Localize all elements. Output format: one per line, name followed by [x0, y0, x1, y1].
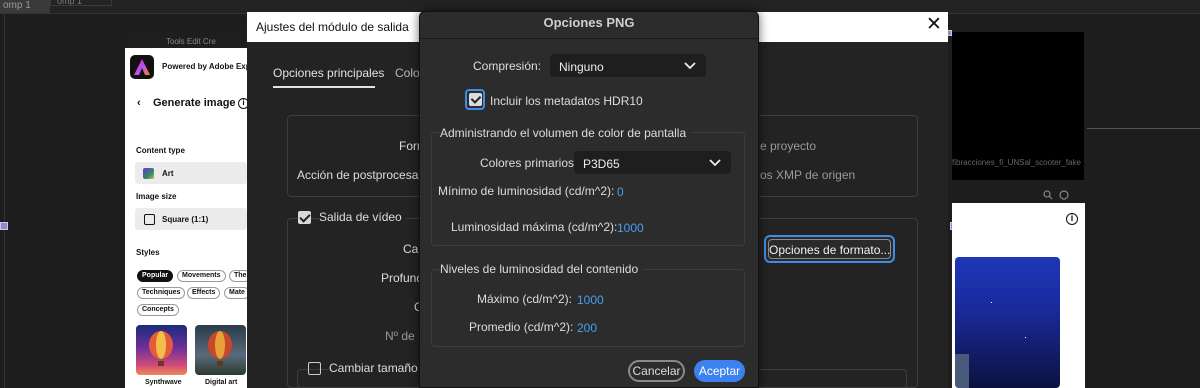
info-icon[interactable]: i	[1066, 213, 1078, 225]
panel-divider-right	[1087, 128, 1200, 129]
comp-tab[interactable]: omp 1	[0, 0, 50, 13]
video-output-label: Salida de vídeo	[319, 210, 406, 224]
project-text: e proyecto	[760, 139, 817, 153]
post-render-label: Acción de postprocesami	[297, 168, 432, 182]
art-icon	[143, 168, 154, 179]
active-tab-underline	[273, 86, 375, 88]
max-cll-value[interactable]: 1000	[577, 293, 604, 307]
compression-label: Compresión:	[473, 59, 542, 73]
format-options-button[interactable]: Opciones de formato...	[764, 235, 895, 263]
balloon-image	[149, 331, 173, 366]
express-toolbar-text: Tools Edit Cre	[166, 37, 216, 46]
content-light-group	[431, 269, 745, 347]
style-chip[interactable]: Techniques	[137, 287, 186, 299]
avg-fall-value[interactable]: 200	[577, 321, 597, 335]
tab-main-options[interactable]: Opciones principales	[273, 66, 384, 80]
square-icon	[144, 214, 155, 225]
compression-dropdown[interactable]: Ninguno	[550, 54, 706, 77]
depth-label: Profund	[381, 271, 424, 285]
resize-label: Cambiar tamaño	[329, 361, 422, 375]
close-icon[interactable]: ✕	[925, 15, 943, 35]
start-number-label: Nº de i	[385, 329, 421, 343]
style-thumbnail[interactable]	[195, 325, 246, 375]
min-luminance-value[interactable]: 0	[617, 185, 624, 199]
tab-color[interactable]: Colo	[395, 66, 420, 80]
thumbnail-label: Digital art	[205, 379, 238, 386]
format-options-label: Opciones de formato...	[768, 239, 891, 259]
resize-checkbox[interactable]	[308, 362, 321, 375]
panel-divider	[4, 14, 5, 388]
compression-value: Ninguno	[559, 60, 604, 74]
cancel-button[interactable]: Cancelar	[628, 360, 685, 382]
max-luminance-label: Luminosidad máxima (cd/m^2):	[451, 220, 618, 234]
adobe-express-logo	[130, 55, 154, 79]
back-arrow-icon[interactable]: ‹	[137, 97, 141, 109]
dialog-title: Ajustes del módulo de salida	[256, 20, 409, 34]
primaries-label: Colores primarios:	[480, 156, 578, 170]
chevron-down-icon	[684, 62, 696, 70]
viewer-tools[interactable]	[1043, 190, 1069, 203]
chevron-down-icon	[709, 159, 721, 167]
search-icon[interactable]	[1043, 190, 1069, 200]
title-separator	[420, 38, 758, 39]
thumbnail-label: Synthwave	[145, 379, 182, 386]
max-luminance-value[interactable]: 1000	[617, 221, 644, 235]
balloon-image	[208, 331, 232, 366]
style-chip[interactable]: Effects	[187, 287, 221, 299]
generate-image-title: Generate image	[153, 97, 236, 109]
content-type-select[interactable]: Art	[135, 162, 247, 184]
video-output-checkbox[interactable]	[298, 211, 311, 224]
avg-fall-label: Promedio (cd/m^2):	[469, 320, 574, 334]
styles-label: Styles	[136, 248, 160, 257]
hdr10-label[interactable]: Incluir los metadatos HDR10	[490, 94, 643, 108]
primaries-dropdown[interactable]: P3D65	[574, 151, 731, 174]
comp-tab-secondary[interactable]: omp 1	[50, 0, 112, 6]
image-size-select[interactable]: Square (1:1)	[135, 208, 247, 230]
content-type-label: Content type	[136, 146, 185, 155]
star-dot	[1025, 337, 1026, 338]
ok-button[interactable]: Aceptar	[694, 360, 745, 382]
content-type-value: Art	[162, 169, 174, 178]
mastering-group-title: Administrando el volumen de color de pan…	[440, 126, 691, 140]
png-dialog-title: Opciones PNG	[543, 15, 635, 30]
viewer-filename: fibracciones_fi_UNSal_scooter_fake	[952, 158, 1081, 167]
max-cll-label: Máximo (cd/m^2):	[477, 292, 572, 306]
xmp-text: os XMP de origen	[760, 168, 856, 182]
min-luminance-label: Mínimo de luminosidad (cd/m^2):	[438, 184, 615, 198]
style-chip[interactable]: Concepts	[137, 304, 179, 316]
style-chip[interactable]: Popular	[137, 270, 174, 282]
primaries-value: P3D65	[583, 157, 620, 171]
resize-handle-left[interactable]	[0, 222, 8, 230]
content-group-title: Niveles de luminosidad del contenido	[440, 262, 643, 276]
style-thumbnail[interactable]	[136, 325, 187, 375]
image-size-value: Square (1:1)	[162, 215, 209, 224]
image-size-label: Image size	[136, 192, 177, 201]
powered-by-text: Powered by Adobe Exp	[162, 62, 251, 71]
star-dot	[991, 302, 992, 303]
hdr10-checkbox[interactable]	[469, 93, 482, 106]
style-chip[interactable]: Movements	[177, 270, 226, 282]
building-shape	[955, 354, 969, 388]
preview-image	[955, 257, 1060, 388]
